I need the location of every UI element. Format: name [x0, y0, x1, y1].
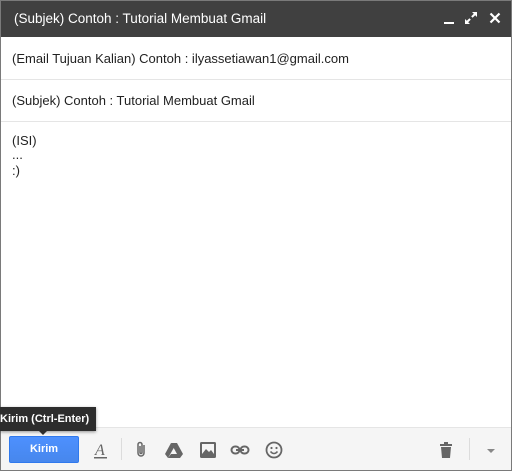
- compose-window: (Subjek) Contoh : Tutorial Membuat Gmail…: [0, 0, 512, 471]
- attach-icon[interactable]: [132, 440, 152, 460]
- photo-icon[interactable]: [198, 440, 218, 460]
- compose-title: (Subjek) Contoh : Tutorial Membuat Gmail: [14, 11, 267, 26]
- formatting-icon[interactable]: A: [91, 440, 111, 460]
- subject-field[interactable]: (Subjek) Contoh : Tutorial Membuat Gmail: [1, 80, 511, 122]
- close-icon[interactable]: [487, 10, 503, 26]
- more-options-icon[interactable]: [481, 440, 501, 460]
- drive-icon[interactable]: [164, 440, 184, 460]
- body-line: (ISI): [12, 133, 37, 148]
- toolbar-separator: [469, 438, 470, 460]
- emoji-icon[interactable]: [264, 440, 284, 460]
- body-line: :): [12, 163, 20, 178]
- svg-text:A: A: [94, 442, 105, 459]
- to-field[interactable]: (Email Tujuan Kalian) Contoh : ilyasseti…: [1, 38, 511, 80]
- send-tooltip: Kirim (Ctrl-Enter): [0, 407, 97, 431]
- tooltip-arrow: [38, 430, 48, 435]
- toolbar-separator: [121, 438, 122, 460]
- body-line: ...: [12, 147, 23, 162]
- compose-titlebar[interactable]: (Subjek) Contoh : Tutorial Membuat Gmail: [1, 1, 511, 37]
- message-body[interactable]: (ISI) ... :): [1, 123, 511, 427]
- to-field-value[interactable]: (Email Tujuan Kalian) Contoh : ilyasseti…: [12, 51, 349, 66]
- minimize-icon[interactable]: [441, 10, 457, 26]
- trash-icon[interactable]: [436, 440, 456, 460]
- expand-icon[interactable]: [463, 10, 479, 26]
- send-button[interactable]: Kirim: [9, 436, 79, 463]
- compose-toolbar: Kirim A: [1, 427, 511, 470]
- subject-field-value[interactable]: (Subjek) Contoh : Tutorial Membuat Gmail: [12, 93, 255, 108]
- link-icon[interactable]: [230, 440, 250, 460]
